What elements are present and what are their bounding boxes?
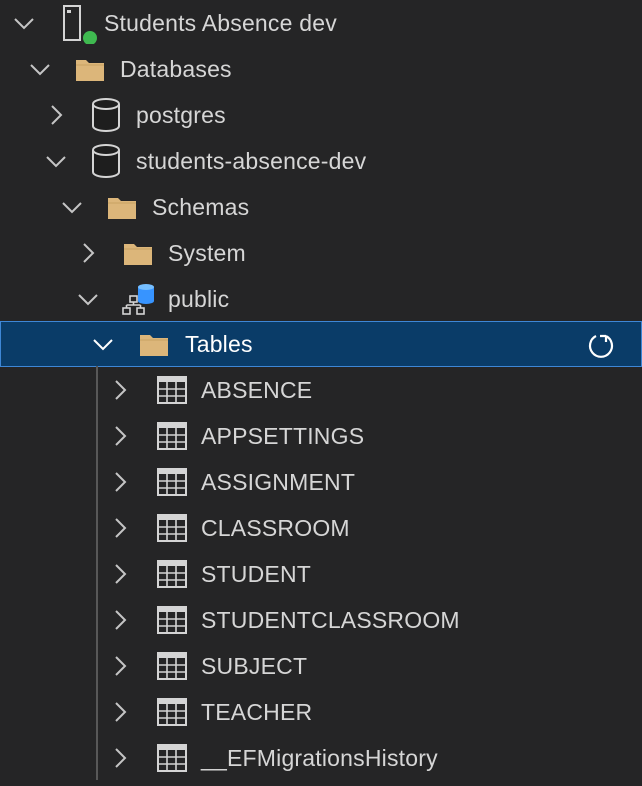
schemas-folder-label: Schemas [152, 194, 250, 220]
table-row[interactable]: __EFMigrationsHistory [0, 735, 642, 781]
folder-icon [122, 239, 154, 267]
chevron-down-icon[interactable] [60, 195, 84, 219]
tree-item-schema-public[interactable]: public [0, 276, 642, 322]
server-icon [58, 4, 98, 44]
table-label: ABSENCE [201, 377, 313, 403]
schema-label: public [168, 286, 230, 312]
schema-label: System [168, 240, 246, 266]
database-explorer-tree: Students Absence dev Databases postgres [0, 0, 642, 786]
folder-icon [74, 55, 106, 83]
table-icon [156, 422, 188, 450]
schema-icon [120, 282, 156, 316]
tree-item-database-students-absence-dev[interactable]: students-absence-dev [0, 138, 642, 184]
table-label: STUDENT [201, 561, 312, 587]
chevron-right-icon[interactable] [76, 241, 100, 265]
table-icon [156, 376, 188, 404]
chevron-down-icon[interactable] [44, 149, 68, 173]
folder-icon [138, 330, 170, 358]
table-label: STUDENTCLASSROOM [201, 607, 460, 633]
chevron-down-icon[interactable] [28, 57, 52, 81]
chevron-right-icon[interactable] [44, 103, 68, 127]
table-row[interactable]: TEACHER [0, 689, 642, 735]
tree-item-connection[interactable]: Students Absence dev [0, 0, 642, 46]
table-row[interactable]: STUDENTCLASSROOM [0, 597, 642, 643]
chevron-down-icon[interactable] [12, 11, 36, 35]
chevron-right-icon[interactable] [108, 424, 132, 448]
table-icon [156, 514, 188, 542]
table-icon [156, 468, 188, 496]
table-row[interactable]: SUBJECT [0, 643, 642, 689]
chevron-right-icon[interactable] [108, 700, 132, 724]
chevron-right-icon[interactable] [108, 608, 132, 632]
connection-label: Students Absence dev [104, 10, 337, 36]
database-label: postgres [136, 102, 226, 128]
chevron-down-icon[interactable] [76, 287, 100, 311]
table-icon [156, 606, 188, 634]
tree-item-schemas[interactable]: Schemas [0, 184, 642, 230]
table-icon [156, 698, 188, 726]
table-label: TEACHER [201, 699, 313, 725]
table-icon [156, 744, 188, 772]
table-icon [156, 560, 188, 588]
chevron-down-icon[interactable] [91, 332, 115, 356]
chevron-right-icon[interactable] [108, 654, 132, 678]
tree-item-database-postgres[interactable]: postgres [0, 92, 642, 138]
database-label: students-absence-dev [136, 148, 367, 174]
databases-folder-label: Databases [120, 56, 232, 82]
tables-folder-label: Tables [185, 331, 253, 357]
folder-icon [106, 193, 138, 221]
database-icon [90, 144, 122, 178]
refresh-icon[interactable] [587, 331, 615, 359]
database-icon [90, 98, 122, 132]
table-label: ASSIGNMENT [201, 469, 356, 495]
table-row[interactable]: APPSETTINGS [0, 413, 642, 459]
chevron-right-icon[interactable] [108, 562, 132, 586]
table-label: __EFMigrationsHistory [201, 745, 438, 771]
chevron-right-icon[interactable] [108, 378, 132, 402]
tree-item-databases[interactable]: Databases [0, 46, 642, 92]
table-label: CLASSROOM [201, 515, 350, 541]
tree-item-schema-system[interactable]: System [0, 230, 642, 276]
table-row[interactable]: CLASSROOM [0, 505, 642, 551]
chevron-right-icon[interactable] [108, 516, 132, 540]
table-row[interactable]: STUDENT [0, 551, 642, 597]
table-icon [156, 652, 188, 680]
tree-item-tables[interactable]: Tables [0, 321, 642, 367]
chevron-right-icon[interactable] [108, 746, 132, 770]
table-row[interactable]: ABSENCE [0, 367, 642, 413]
chevron-right-icon[interactable] [108, 470, 132, 494]
table-label: APPSETTINGS [201, 423, 365, 449]
table-row[interactable]: ASSIGNMENT [0, 459, 642, 505]
table-label: SUBJECT [201, 653, 308, 679]
